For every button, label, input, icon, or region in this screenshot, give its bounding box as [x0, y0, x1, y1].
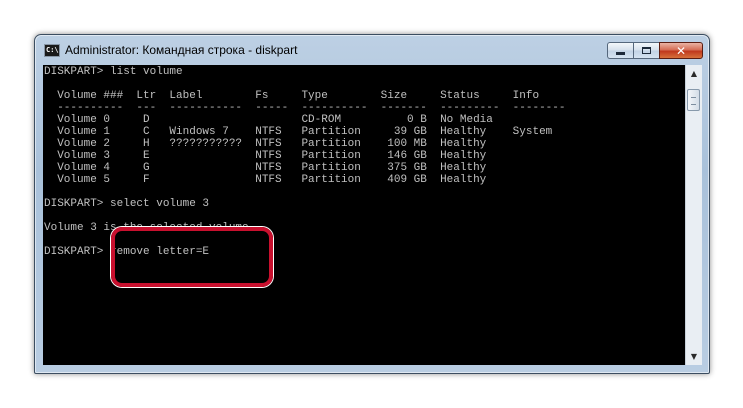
console-output[interactable]: DISKPART> list volume Volume ### Ltr Lab… — [43, 65, 685, 365]
scroll-down-arrow-icon[interactable]: ▼ — [686, 348, 702, 365]
close-icon: ✕ — [675, 43, 687, 58]
scroll-up-arrow-icon[interactable]: ▲ — [686, 65, 702, 82]
minimize-button[interactable] — [607, 42, 633, 59]
console-line: DISKPART> list volume — [44, 66, 183, 78]
minimize-icon — [616, 52, 625, 55]
title-bar[interactable]: C:\ Administrator: Командная строка - di… — [35, 35, 709, 65]
scroll-thumb[interactable] — [687, 89, 700, 111]
maximize-icon — [642, 47, 651, 54]
window-title: Administrator: Командная строка - diskpa… — [65, 43, 298, 57]
console-line: DISKPART> select volume 3 — [44, 198, 210, 210]
vertical-scrollbar[interactable]: ▲ ▼ — [685, 65, 702, 365]
highlight-annotation — [111, 227, 273, 287]
command-prompt-window[interactable]: C:\ Administrator: Командная строка - di… — [34, 34, 710, 374]
console-line: Volume 1 C Windows 7 NTFS Partition 39 G… — [44, 126, 553, 138]
close-button[interactable]: ✕ — [659, 42, 703, 59]
maximize-button[interactable] — [633, 42, 659, 59]
console-line: Volume 4 G NTFS Partition 375 GB Healthy — [44, 162, 487, 174]
console-line: Volume ### Ltr Label Fs Type Size Status… — [44, 90, 540, 102]
console-line: ---------- --- ----------- ----- -------… — [44, 102, 566, 114]
console-line: Volume 2 H ??????????? NTFS Partition 10… — [44, 138, 487, 150]
console-line: Volume 3 E NTFS Partition 146 GB Healthy — [44, 150, 487, 162]
console-line: Volume 0 D CD-ROM 0 B No Media — [44, 114, 493, 126]
console-line: Volume 5 F NTFS Partition 409 GB Healthy — [44, 174, 487, 186]
cmd-icon: C:\ — [44, 44, 60, 57]
caption-buttons: ✕ — [607, 42, 703, 61]
